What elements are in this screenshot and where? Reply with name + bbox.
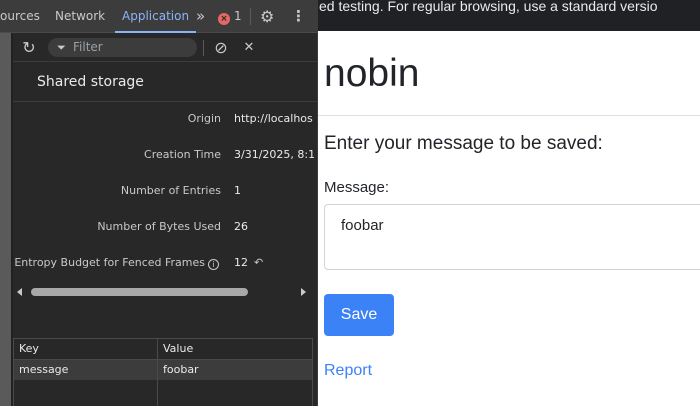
message-textarea[interactable]: foobar [324, 204, 700, 270]
storage-toolbar: ↻ ⏷ Filter ⊘ ✕ [13, 34, 317, 62]
bytes-used-label: Number of Bytes Used [97, 220, 221, 233]
delete-selected-icon[interactable]: ✕ [239, 38, 259, 58]
column-header-value[interactable]: Value [163, 339, 193, 359]
tab-network[interactable]: Network [55, 0, 105, 33]
entries-label: Number of Entries [120, 184, 221, 197]
tab-sources[interactable]: ources [0, 0, 40, 33]
bytes-used-value: 26 [234, 220, 248, 233]
toolbar-divider [203, 40, 204, 56]
origin-label: Origin [187, 112, 221, 125]
column-divider[interactable] [157, 339, 158, 406]
web-page: ed testing. For regular browsing, use a … [318, 0, 700, 406]
reset-budget-icon[interactable]: ↶ [254, 256, 263, 269]
clear-all-icon[interactable]: ⊘ [211, 38, 231, 58]
table-row[interactable]: message foobar [14, 360, 312, 380]
devtools-panel: ources Network Application » × 1 ⚙ ⋮ ↻ ⏷ … [0, 0, 318, 406]
scroll-right-icon[interactable] [301, 288, 306, 296]
entropy-budget-number: 12 [234, 256, 248, 269]
testing-banner: ed testing. For regular browsing, use a … [318, 0, 700, 31]
scroll-left-icon[interactable] [17, 288, 22, 296]
row-value: foobar [163, 363, 199, 376]
entries-table: Key Value message foobar [13, 338, 313, 406]
entries-value: 1 [234, 184, 241, 197]
filter-placeholder: Filter [73, 40, 103, 54]
report-link[interactable]: Report [324, 362, 372, 380]
tab-application[interactable]: Application [115, 0, 197, 33]
message-label: Message: [324, 179, 390, 196]
scrollbar-thumb[interactable] [31, 288, 248, 296]
devtools-tabbar: ources Network Application » × 1 ⚙ ⋮ [0, 0, 317, 33]
filter-icon: ⏷ [57, 41, 66, 54]
column-header-key[interactable]: Key [19, 339, 39, 359]
section-divider [13, 101, 317, 102]
save-button[interactable]: Save [324, 294, 394, 336]
tabbar-divider [250, 8, 251, 25]
table-header: Key Value [14, 339, 312, 360]
entropy-budget-text: Entropy Budget for Fenced Frames [14, 256, 205, 269]
error-count-badge[interactable]: × 1 [218, 0, 242, 33]
section-title: Shared storage [37, 74, 144, 90]
more-tabs-icon[interactable]: » [196, 0, 205, 33]
settings-gear-icon[interactable]: ⚙ [260, 0, 274, 33]
error-icon: × [218, 13, 230, 25]
creation-time-value: 3/31/2025, 8:19 [234, 148, 314, 161]
form-heading: Enter your message to be saved: [324, 133, 603, 154]
entropy-budget-label: Entropy Budget for Fenced Frames i [14, 256, 219, 270]
filter-input[interactable]: ⏷ Filter [48, 38, 197, 57]
page-title: nobin [324, 52, 420, 95]
error-count: 1 [234, 9, 242, 23]
info-icon[interactable]: i [208, 259, 219, 270]
sidebar-scrollbar[interactable] [0, 33, 11, 406]
horizontal-scrollbar[interactable] [13, 283, 317, 301]
creation-time-label: Creation Time [144, 148, 221, 161]
row-key: message [19, 363, 69, 376]
refresh-icon[interactable]: ↻ [19, 38, 39, 58]
entropy-budget-value: 12 ↶ [234, 256, 314, 269]
more-options-icon[interactable]: ⋮ [291, 0, 306, 33]
title-divider [318, 115, 700, 116]
origin-value: http://localhos [234, 112, 313, 125]
